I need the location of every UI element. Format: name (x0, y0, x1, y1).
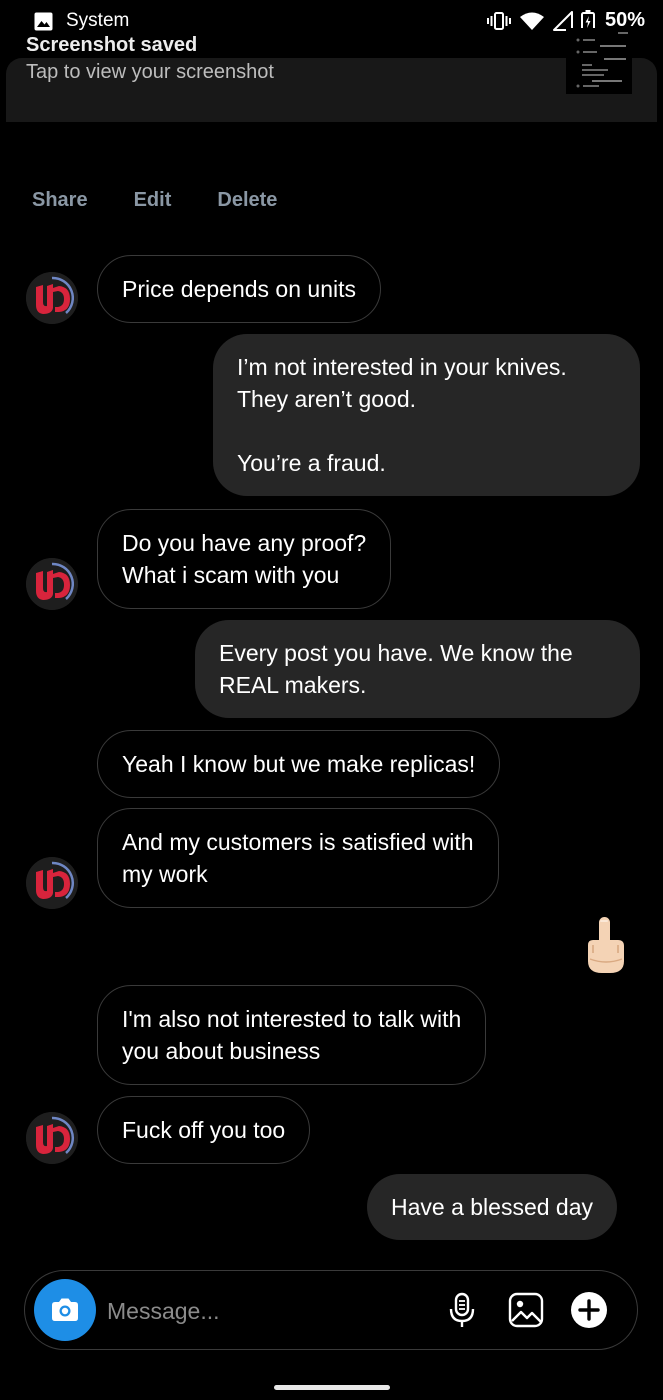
camera-button[interactable] (34, 1279, 96, 1341)
notification-subtitle: Tap to view your screenshot (26, 61, 274, 83)
edit-action-button[interactable]: Edit (134, 189, 172, 212)
notification-title: Screenshot saved (26, 34, 198, 56)
gallery-icon[interactable] (507, 1291, 545, 1329)
middle-finger-emoji-icon[interactable] (580, 915, 632, 975)
message-text: Price depends on units (122, 276, 356, 302)
camera-icon (52, 1298, 78, 1321)
message-text: I’m not interested in your knives. (237, 354, 567, 380)
outgoing-message[interactable]: Have a blessed day (367, 1174, 618, 1240)
message-text: Do you have any proof? (122, 530, 367, 556)
contact-avatar[interactable] (26, 857, 78, 909)
home-indicator[interactable] (274, 1385, 390, 1390)
contact-avatar[interactable] (26, 1112, 78, 1164)
ud-logo-icon (26, 857, 78, 909)
plus-icon[interactable] (570, 1291, 608, 1329)
incoming-message[interactable]: Fuck off you too (97, 1096, 311, 1164)
message-text: Have a blessed day (391, 1194, 594, 1220)
share-action-button[interactable]: Share (32, 189, 88, 212)
ud-logo-icon (26, 558, 78, 610)
chat-screen: System 50% Screenshot saved Tap to view … (0, 0, 663, 1400)
microphone-icon[interactable] (443, 1291, 481, 1329)
contact-avatar[interactable] (26, 272, 78, 324)
screenshot-thumbnail[interactable] (566, 28, 632, 94)
notification-actions: Share Edit Delete (32, 189, 277, 212)
wifi-icon (519, 12, 544, 30)
status-notification-label: System (66, 10, 130, 31)
message-text: you about business (122, 1038, 321, 1064)
message-text: Yeah I know but we make replicas! (122, 751, 476, 777)
message-text: Fuck off you too (122, 1117, 286, 1143)
vibrate-icon (486, 11, 511, 30)
message-text: What i scam with you (122, 562, 340, 588)
message-text: I'm also not interested to talk with (122, 1006, 462, 1032)
message-text: You’re a fraud. (237, 450, 386, 476)
incoming-message[interactable]: Yeah I know but we make replicas! (97, 730, 501, 798)
status-left: System (34, 10, 129, 32)
incoming-message[interactable]: And my customers is satisfied with my wo… (97, 808, 499, 908)
message-text: Every post you have. We know the (219, 640, 573, 666)
ud-logo-icon (26, 272, 78, 324)
delete-action-button[interactable]: Delete (217, 189, 277, 212)
message-input[interactable] (107, 1291, 407, 1331)
outgoing-message[interactable]: Every post you have. We know the REAL ma… (195, 620, 640, 718)
message-text: And my customers is satisfied with (122, 829, 474, 855)
incoming-message[interactable]: I'm also not interested to talk with you… (97, 985, 487, 1085)
outgoing-message[interactable]: I’m not interested in your knives. They … (213, 334, 640, 496)
message-text: my work (122, 861, 208, 887)
message-text: REAL makers. (219, 672, 367, 698)
incoming-message[interactable]: Price depends on units (97, 255, 381, 323)
message-text: They aren’t good. (237, 386, 417, 412)
image-notification-icon (34, 12, 53, 30)
ud-logo-icon (26, 1112, 78, 1164)
incoming-message[interactable]: Do you have any proof? What i scam with … (97, 509, 392, 609)
contact-avatar[interactable] (26, 558, 78, 610)
message-composer (24, 1270, 638, 1350)
